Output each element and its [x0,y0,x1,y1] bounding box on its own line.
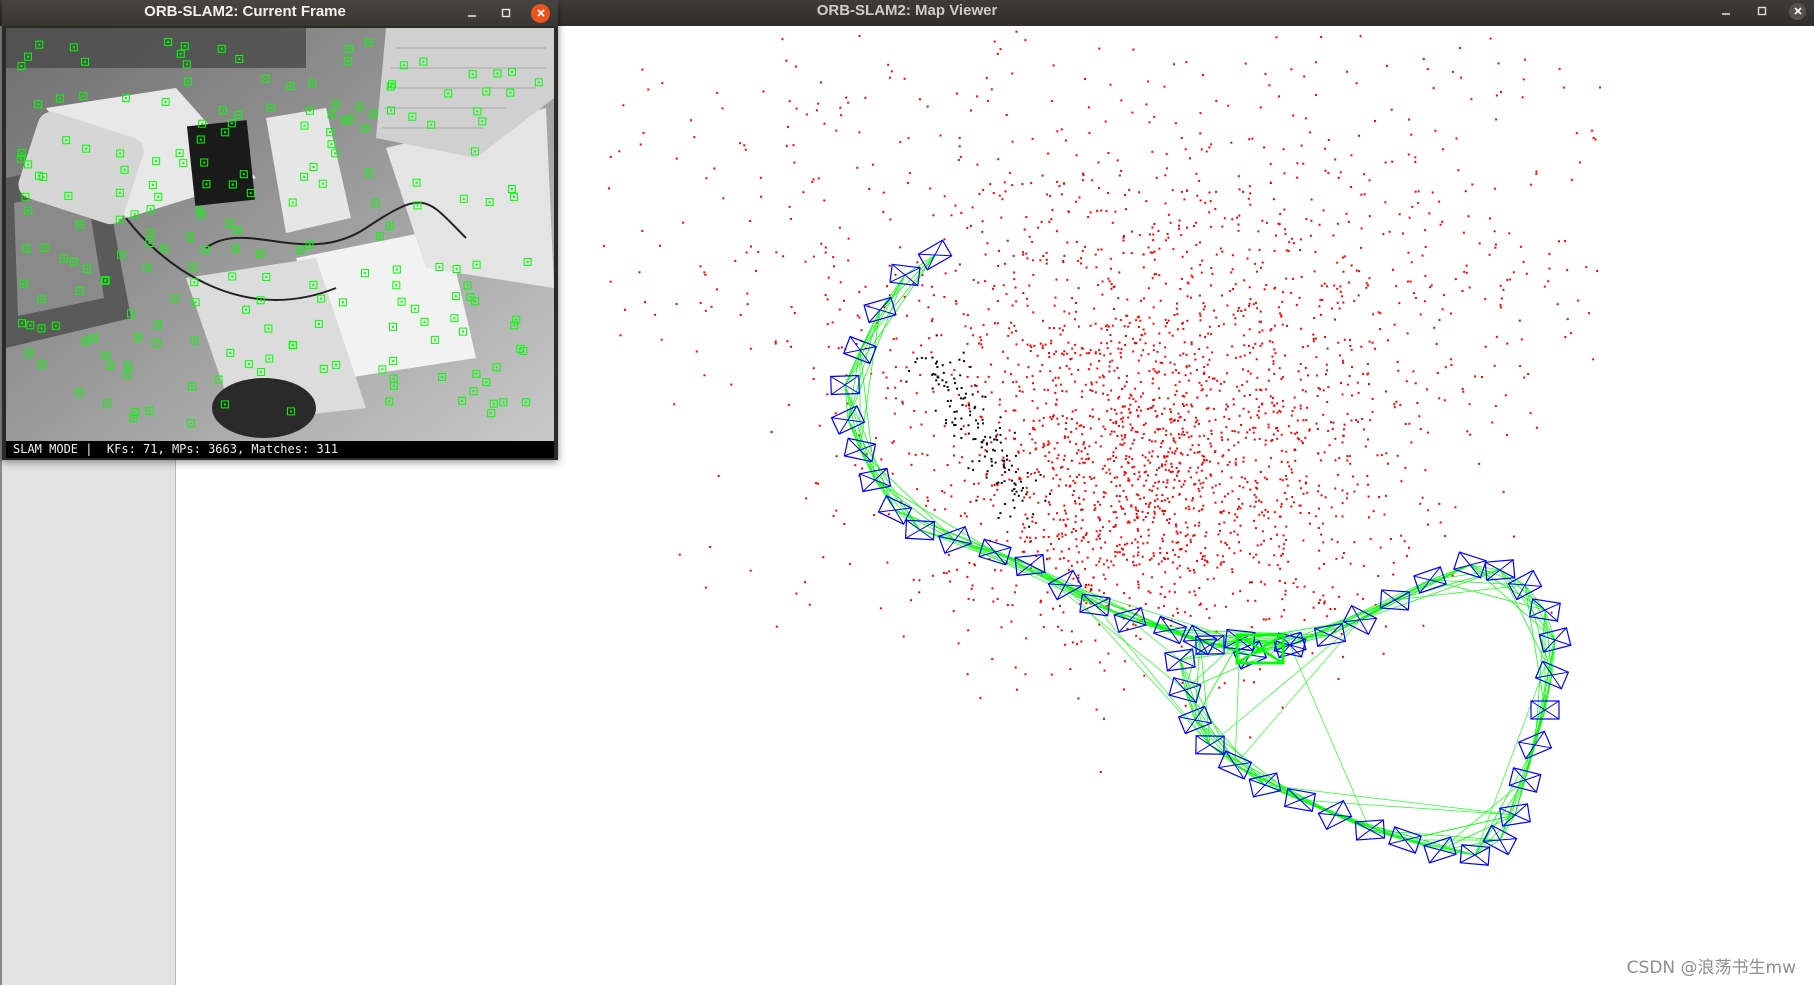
slam-status-bar: SLAM MODE | KFs: 71, MPs: 3663, Matches:… [6,441,554,458]
current-frame-window-controls [463,2,550,24]
covisibility-graph [844,254,1556,856]
close-icon[interactable] [531,3,550,23]
camera-frame-image [6,28,554,441]
keyframe [904,519,936,541]
dark-card [186,120,256,206]
watermark: CSDN @浪荡书生mw [1626,958,1796,978]
keyframe [1507,569,1543,601]
keyframe [1453,551,1487,579]
keyframe [1195,735,1225,755]
reference-map-points [905,334,1051,528]
keyframe [1379,589,1411,611]
keyframe [1499,803,1531,827]
keyframe [1317,799,1353,831]
maximize-icon[interactable] [497,4,515,22]
keyframe [917,239,953,271]
minimize-icon[interactable] [463,4,481,22]
keyframe [1164,648,1196,672]
keyframe [830,374,860,396]
keyframe [1177,705,1213,735]
desktop: ORB-SLAM2: Map Viewer ORB-SLAM2: Current… [0,0,1814,985]
keyframe [1413,566,1447,594]
desk-clutter [6,28,306,68]
grayscale-desk-scene [6,28,554,441]
map-points [603,30,1601,774]
current-frame-window[interactable]: ORB-SLAM2: Current Frame SLAM MODE | KFs… [2,0,558,460]
current-frame-titlebar[interactable]: ORB-SLAM2: Current Frame [2,0,558,26]
current-frame-title: ORB-SLAM2: Current Frame [144,3,346,20]
keyframe [1459,844,1491,866]
keyframe [1517,730,1553,760]
